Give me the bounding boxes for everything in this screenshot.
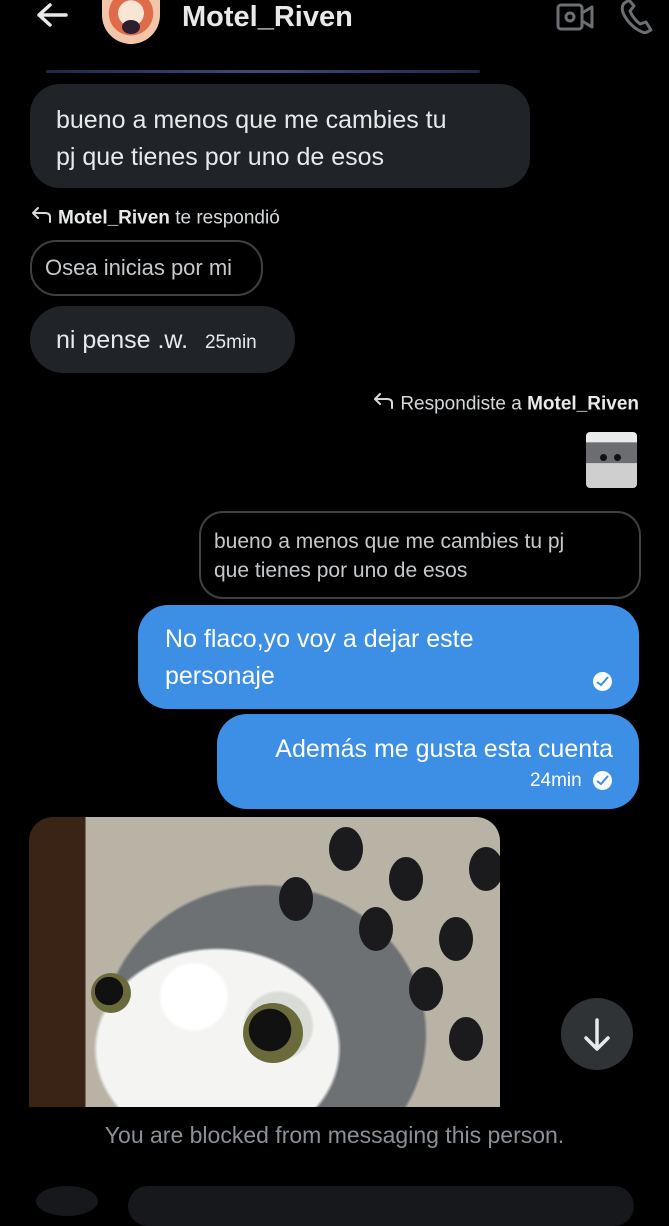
cat-photo-message[interactable] [29, 817, 500, 1107]
pattern-dot [359, 907, 393, 951]
cat-eye [243, 1003, 303, 1063]
reply-indicator: Respondiste a Motel_Riven [372, 392, 639, 417]
message-line: pj que tienes por uno de esos [56, 143, 385, 171]
incoming-message-bubble[interactable]: ni pense .w. 25min [30, 306, 295, 373]
incoming-message-bubble[interactable]: bueno a menos que me cambies tu pj que t… [30, 84, 530, 188]
message-time: 25min [204, 332, 257, 353]
message-text: Además me gusta esta cuenta [275, 735, 613, 763]
video-call-icon[interactable] [556, 2, 594, 32]
quoted-message[interactable]: bueno a menos que me cambies tu pj que t… [199, 511, 641, 599]
cat-eye [91, 973, 131, 1013]
message-line: bueno a menos que me cambies tu [56, 106, 447, 134]
outgoing-message-bubble[interactable]: No flaco,yo voy a dejar este personaje [138, 605, 639, 709]
reply-prefix: Respondiste a [400, 393, 528, 415]
reply-username[interactable]: Motel_Riven [58, 208, 170, 229]
reply-arrow-icon [30, 206, 52, 231]
quoted-message[interactable]: Osea inicias por mi [30, 240, 263, 296]
pattern-dot [469, 847, 500, 891]
composer-button [36, 1186, 98, 1216]
outgoing-message-bubble[interactable]: Además me gusta esta cuenta 24min [217, 714, 639, 809]
read-check-icon [593, 672, 612, 691]
arrow-down-icon [584, 1018, 610, 1051]
back-arrow-icon[interactable] [30, 0, 74, 34]
reply-suffix: te respondió [169, 207, 280, 229]
composer-bar [128, 1186, 634, 1226]
cat-photo-thumbnail[interactable] [586, 432, 637, 488]
quoted-text: Osea inicias por mi [45, 255, 233, 280]
header-divider [46, 70, 480, 73]
message-line: No flaco,yo voy a dejar este [165, 625, 474, 653]
message-line: personaje [165, 662, 275, 690]
quoted-line: que tienes por uno de esos [214, 559, 468, 582]
message-text: ni pense .w. [56, 326, 189, 354]
pattern-dot [279, 877, 313, 921]
reply-indicator: Motel_Riven te respondió [30, 206, 280, 231]
blocked-notice: You are blocked from messaging this pers… [104, 1122, 565, 1148]
pattern-dot [449, 1017, 483, 1061]
pattern-dot [439, 917, 473, 961]
conversation-title[interactable]: Motel_Riven [182, 0, 353, 34]
reply-username[interactable]: Motel_Riven [527, 394, 639, 415]
read-check-icon [593, 771, 612, 791]
reply-arrow-icon [372, 392, 394, 417]
phone-call-icon[interactable] [618, 0, 660, 35]
quoted-line: bueno a menos que me cambies tu pj [214, 530, 565, 553]
scroll-to-bottom-button[interactable] [561, 998, 633, 1070]
pattern-dot [329, 827, 363, 871]
pattern-dot [389, 857, 423, 901]
message-time: 24min [529, 770, 582, 791]
pattern-dot [409, 967, 443, 1011]
